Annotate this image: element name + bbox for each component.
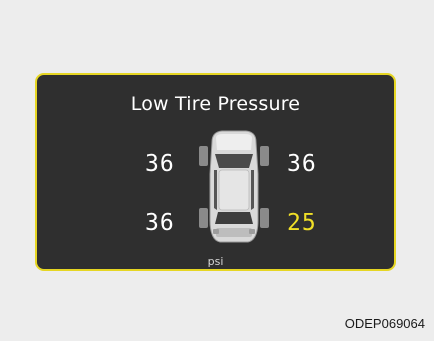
car-top-view-icon xyxy=(199,130,269,243)
rear-right-wheel-icon xyxy=(260,208,269,228)
rear-right-pressure: 25 xyxy=(287,210,317,236)
front-left-pressure: 36 xyxy=(145,151,175,177)
rear-left-wheel-icon xyxy=(199,208,208,228)
warning-title: Low Tire Pressure xyxy=(130,93,301,115)
front-left-wheel-icon xyxy=(199,146,208,166)
tpms-warning-panel: Low Tire Pressure 36 36 36 25 psi xyxy=(35,73,396,271)
front-right-pressure: 36 xyxy=(287,151,317,177)
pressure-unit-label: psi xyxy=(207,255,224,268)
rear-left-pressure: 36 xyxy=(145,210,175,236)
front-right-wheel-icon xyxy=(260,146,269,166)
figure-caption: ODEP069064 xyxy=(344,316,425,331)
